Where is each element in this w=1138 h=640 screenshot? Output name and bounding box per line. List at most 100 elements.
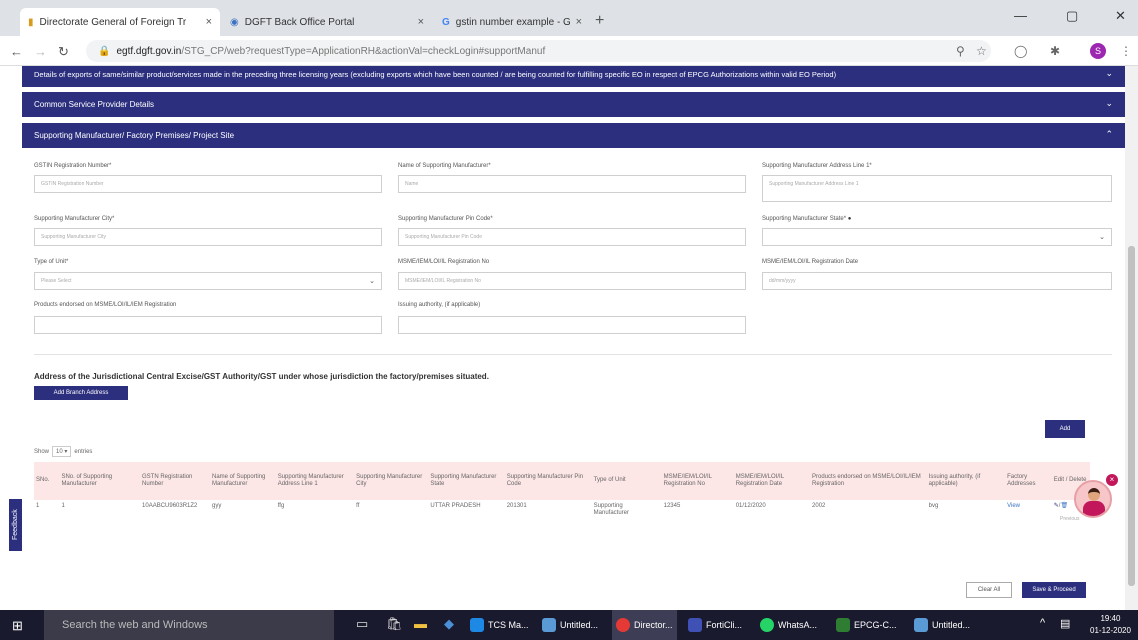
msme-no-input[interactable]: MSME/IEM/LOI/IL Registration No bbox=[398, 272, 746, 290]
taskbar-app[interactable]: FortiCli... bbox=[688, 610, 742, 640]
view-link[interactable]: View bbox=[1007, 503, 1020, 509]
chat-assistant-avatar[interactable] bbox=[1074, 480, 1112, 518]
reload-icon[interactable]: ↻ bbox=[58, 44, 69, 60]
notification-icon[interactable]: ▤ bbox=[1060, 617, 1070, 630]
show-entries: Show 10 ▾ entries bbox=[34, 446, 92, 457]
puzzle-icon[interactable]: ✱ bbox=[1050, 44, 1060, 58]
cell: 1 bbox=[36, 503, 40, 509]
photos-icon[interactable]: ◆ bbox=[444, 616, 454, 632]
tab-back-office[interactable]: ◉ DGFT Back Office Portal × bbox=[222, 8, 432, 36]
col-header[interactable]: Issuing authority, (if applicable) bbox=[926, 462, 1006, 500]
col-header[interactable]: Supporting Manufacturer State bbox=[428, 462, 505, 500]
add-button[interactable]: Add bbox=[1045, 420, 1085, 438]
col-header[interactable]: Supporting Manufacturer City bbox=[354, 462, 429, 500]
url-field[interactable]: 🔒 egtf.dgft.gov.in/STG_CP/web?requestTyp… bbox=[86, 40, 991, 62]
close-tab-icon[interactable]: × bbox=[418, 16, 424, 28]
close-tab-icon[interactable]: × bbox=[576, 16, 582, 28]
col-header[interactable]: Factory Addresses bbox=[1005, 462, 1052, 500]
chevron-down-icon: ⌄ bbox=[369, 278, 375, 285]
add-branch-address-button[interactable]: Add Branch Address bbox=[34, 386, 128, 400]
clear-all-button[interactable]: Clear All bbox=[966, 582, 1012, 598]
accordion-support[interactable]: Supporting Manufacturer/ Factory Premise… bbox=[22, 123, 1125, 148]
windows-start-icon[interactable]: ⊞ bbox=[12, 618, 23, 634]
issuing-label: Issuing authority, (if applicable) bbox=[398, 302, 481, 308]
taskbar-app[interactable]: EPCG-C... bbox=[836, 610, 897, 640]
zoom-icon[interactable]: ⚲ bbox=[956, 44, 965, 58]
feedback-tab[interactable]: Feedback bbox=[9, 499, 22, 551]
col-header[interactable]: SNo. of Supporting Manufacturer bbox=[59, 462, 141, 500]
task-view-icon[interactable]: ▭ bbox=[356, 616, 368, 632]
cell: 01/12/2020 bbox=[735, 503, 766, 509]
taskbar-app[interactable]: Untitled... bbox=[542, 610, 598, 640]
state-select[interactable]: ⌄ bbox=[762, 228, 1112, 246]
accordion-csp[interactable]: Common Service Provider Details ⌄ bbox=[22, 92, 1125, 117]
accordion-support-label: Supporting Manufacturer/ Factory Premise… bbox=[34, 131, 235, 140]
page-scrollbar[interactable] bbox=[1125, 66, 1138, 610]
col-header[interactable]: MSME/IEM/LOI/IL Registration No bbox=[661, 462, 734, 500]
new-tab-button[interactable]: + bbox=[595, 12, 604, 30]
taskbar-app[interactable]: WhatsA... bbox=[760, 610, 817, 640]
close-window-icon[interactable]: ✕ bbox=[1115, 8, 1126, 24]
name-input[interactable]: Name bbox=[398, 175, 746, 193]
taskbar-search[interactable]: Search the web and Windows bbox=[44, 610, 334, 640]
whatsapp-icon bbox=[760, 618, 774, 632]
menu-dots-icon[interactable]: ⋮ bbox=[1120, 44, 1132, 58]
tab-dgft[interactable]: ▮ Directorate General of Foreign Tr × bbox=[20, 8, 220, 36]
cell: gyy bbox=[211, 503, 222, 509]
tab-google[interactable]: G gstin number example - Google × bbox=[434, 8, 590, 36]
col-header[interactable]: Supporting Manufacturer Pin Code bbox=[504, 462, 592, 500]
city-label: Supporting Manufacturer City* bbox=[34, 216, 115, 222]
tab-title: gstin number example - Google bbox=[455, 16, 570, 28]
col-header[interactable]: Products endorsed on MSME/LOI/IL/IEM Reg… bbox=[810, 462, 927, 500]
info-icon[interactable]: ● bbox=[848, 216, 852, 222]
chrome-icon bbox=[616, 618, 630, 632]
tray-chevron-icon[interactable]: ^ bbox=[1040, 617, 1045, 629]
save-proceed-button[interactable]: Save & Proceed bbox=[1022, 582, 1086, 598]
jurisdiction-heading: Address of the Jurisdictional Central Ex… bbox=[34, 372, 489, 381]
globe-icon: ◉ bbox=[230, 16, 239, 28]
store-icon[interactable]: 🛍 bbox=[386, 616, 403, 632]
bookmark-star-icon[interactable]: ☆ bbox=[976, 44, 987, 58]
forward-icon[interactable]: → bbox=[34, 44, 47, 59]
scrollbar-thumb[interactable] bbox=[1128, 246, 1135, 586]
name-label: Name of Supporting Manufacturer* bbox=[398, 163, 491, 169]
taskbar-clock[interactable]: 19:40 01-12-2020 bbox=[1090, 613, 1131, 637]
close-tab-icon[interactable]: × bbox=[206, 16, 212, 28]
col-header[interactable]: SNo. bbox=[34, 462, 60, 500]
back-icon[interactable]: ← bbox=[10, 44, 23, 59]
entries-select[interactable]: 10 ▾ bbox=[52, 446, 72, 457]
issuing-input[interactable] bbox=[398, 316, 746, 334]
gstin-input[interactable]: GSTIN Registration Number bbox=[34, 175, 382, 193]
edit-icon[interactable]: ✎ bbox=[1054, 503, 1059, 509]
maximize-icon[interactable]: ▢ bbox=[1066, 8, 1078, 24]
paint-icon bbox=[914, 618, 928, 632]
pin-input[interactable]: Supporting Manufacturer Pin Code bbox=[398, 228, 746, 246]
msme-date-label: MSME/IEM/LOI/IL Registration Date bbox=[762, 259, 859, 265]
previous-link[interactable]: Previous bbox=[1060, 516, 1079, 522]
taskbar-app[interactable]: Untitled... bbox=[914, 610, 970, 640]
taskbar-app[interactable]: Director... bbox=[612, 610, 677, 640]
col-header[interactable]: Name of Supporting Manufacturer bbox=[209, 462, 276, 500]
col-header[interactable]: MSME/IEM/LOI/IL Registration Date bbox=[733, 462, 811, 500]
close-assistant-icon[interactable]: × bbox=[1106, 474, 1118, 486]
col-header[interactable]: GSTN Registration Number bbox=[140, 462, 210, 500]
profile-avatar[interactable]: S bbox=[1090, 43, 1106, 59]
chevron-up-icon: ⌃ bbox=[1105, 129, 1113, 139]
col-header[interactable]: Supporting Manufacturer Address Line 1 bbox=[275, 462, 355, 500]
msme-date-input[interactable]: dd/mm/yyyy bbox=[762, 272, 1112, 290]
unit-type-select[interactable]: Please Select ⌄ bbox=[34, 272, 382, 290]
extension-circle-icon[interactable]: ◯ bbox=[1014, 44, 1027, 58]
col-header[interactable]: Type of Unit bbox=[591, 462, 662, 500]
cell: 10AABCU9603R1Z2 bbox=[142, 503, 198, 509]
minimize-icon[interactable]: — bbox=[1014, 8, 1027, 23]
accordion-exports[interactable]: Details of exports of same/similar produ… bbox=[22, 66, 1125, 87]
products-input[interactable] bbox=[34, 316, 382, 334]
city-input[interactable]: Supporting Manufacturer City bbox=[34, 228, 382, 246]
taskbar-app[interactable]: TCS Ma... bbox=[470, 610, 529, 640]
file-explorer-icon[interactable]: ▬ bbox=[414, 616, 427, 631]
address-line1-label: Supporting Manufacturer Address Line 1* bbox=[762, 163, 872, 169]
delete-icon[interactable]: 🗑 bbox=[1060, 503, 1068, 509]
address-line1-textarea[interactable]: Supporting Manufacturer Address Line 1 bbox=[762, 175, 1112, 202]
cell: UTTAR PRADESH bbox=[430, 503, 481, 509]
pin-label: Supporting Manufacturer Pin Code* bbox=[398, 216, 493, 222]
